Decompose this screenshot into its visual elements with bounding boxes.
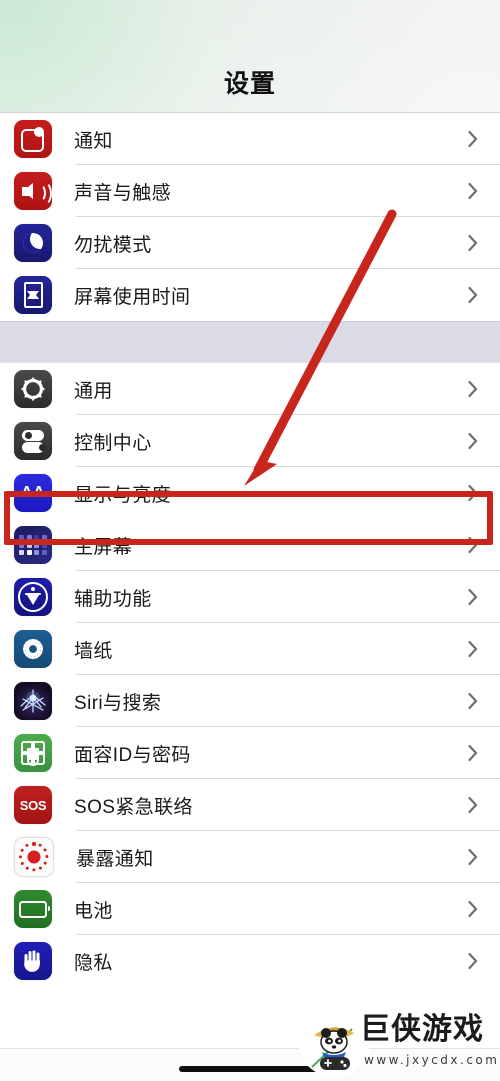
chevron-right-icon: [468, 234, 478, 252]
chevron-right-icon: [468, 796, 478, 814]
row-label: 显示与亮度: [74, 484, 172, 506]
chevron-right-icon: [468, 432, 478, 450]
chevron-right-icon: [468, 484, 478, 502]
settings-row-home-screen[interactable]: 主屏幕: [0, 519, 500, 571]
home-indicator-area: [0, 1048, 500, 1081]
settings-group-2: 通用 控制中心 AA 显示与亮度 主屏幕 辅助功能 墙纸 Siri与搜索 面容I…: [0, 363, 500, 987]
face-id-passcode-icon: [14, 734, 52, 772]
settings-row-accessibility[interactable]: 辅助功能: [0, 571, 500, 623]
row-label: 通知: [74, 130, 113, 152]
do-not-disturb-icon: [14, 224, 52, 262]
iphone-settings-screen: 设置 通知 声音与触感 勿扰模式 屏幕使用时间 通用 控制中心 AA 显示与亮度…: [0, 0, 500, 1081]
chevron-right-icon: [468, 536, 478, 554]
chevron-right-icon: [468, 952, 478, 970]
row-label: 暴露通知: [76, 848, 154, 870]
aa-glyph-label: AA: [20, 484, 46, 501]
home-screen-icon: [14, 526, 52, 564]
page-title: 设置: [223, 70, 276, 98]
row-label: Siri与搜索: [74, 692, 162, 714]
settings-row-screen-time[interactable]: 屏幕使用时间: [0, 269, 500, 321]
notifications-icon: [14, 120, 52, 158]
settings-row-do-not-disturb[interactable]: 勿扰模式: [0, 217, 500, 269]
privacy-hand-icon: [14, 942, 52, 980]
chevron-right-icon: [468, 182, 478, 200]
chevron-right-icon: [468, 380, 478, 398]
sounds-haptics-icon: [14, 172, 52, 210]
row-label: 屏幕使用时间: [74, 286, 191, 308]
row-label: 隐私: [74, 952, 113, 974]
row-label: 控制中心: [74, 432, 152, 454]
row-label: SOS紧急联络: [74, 796, 193, 818]
settings-row-exposure-notification[interactable]: 暴露通知: [0, 831, 500, 883]
row-label: 墙纸: [74, 640, 113, 662]
row-label: 声音与触感: [74, 182, 172, 204]
general-gear-icon: [14, 370, 52, 408]
chevron-right-icon: [468, 640, 478, 658]
accessibility-icon: [14, 578, 52, 616]
exposure-notification-icon: [14, 837, 54, 877]
navigation-header: 设置: [0, 0, 500, 112]
settings-row-emergency-sos[interactable]: SOS SOS紧急联络: [0, 779, 500, 831]
settings-row-face-id-passcode[interactable]: 面容ID与密码: [0, 727, 500, 779]
wallpaper-icon: [14, 630, 52, 668]
settings-row-sounds-haptics[interactable]: 声音与触感: [0, 165, 500, 217]
settings-row-wallpaper[interactable]: 墙纸: [0, 623, 500, 675]
row-label: 面容ID与密码: [74, 744, 191, 766]
chevron-right-icon: [468, 848, 478, 866]
header-hairline: [0, 112, 500, 113]
row-label: 电池: [74, 900, 113, 922]
chevron-right-icon: [468, 744, 478, 762]
settings-list[interactable]: 通知 声音与触感 勿扰模式 屏幕使用时间 通用 控制中心 AA 显示与亮度 主屏…: [0, 113, 500, 1081]
settings-row-battery[interactable]: 电池: [0, 883, 500, 935]
row-label: 辅助功能: [74, 588, 152, 610]
control-center-icon: [14, 422, 52, 460]
row-label: 通用: [74, 380, 113, 402]
screen-time-icon: [14, 276, 52, 314]
settings-row-notifications[interactable]: 通知: [0, 113, 500, 165]
chevron-right-icon: [468, 588, 478, 606]
siri-search-icon: [14, 682, 52, 720]
home-indicator-bar[interactable]: [179, 1066, 321, 1072]
settings-row-siri-search[interactable]: Siri与搜索: [0, 675, 500, 727]
settings-group-1: 通知 声音与触感 勿扰模式 屏幕使用时间: [0, 113, 500, 321]
group-separator-band: [0, 321, 500, 363]
settings-row-control-center[interactable]: 控制中心: [0, 415, 500, 467]
settings-row-display-brightness[interactable]: AA 显示与亮度: [0, 467, 500, 519]
chevron-right-icon: [468, 692, 478, 710]
emergency-sos-icon: SOS: [14, 786, 52, 824]
display-brightness-aa-icon: AA: [14, 474, 52, 512]
chevron-right-icon: [468, 130, 478, 148]
settings-row-general[interactable]: 通用: [0, 363, 500, 415]
chevron-right-icon: [468, 286, 478, 304]
chevron-right-icon: [468, 900, 478, 918]
row-label: 主屏幕: [74, 536, 133, 558]
sos-glyph-label: SOS: [19, 797, 47, 813]
settings-row-privacy[interactable]: 隐私: [0, 935, 500, 987]
battery-icon: [14, 890, 52, 928]
row-label: 勿扰模式: [74, 234, 152, 256]
